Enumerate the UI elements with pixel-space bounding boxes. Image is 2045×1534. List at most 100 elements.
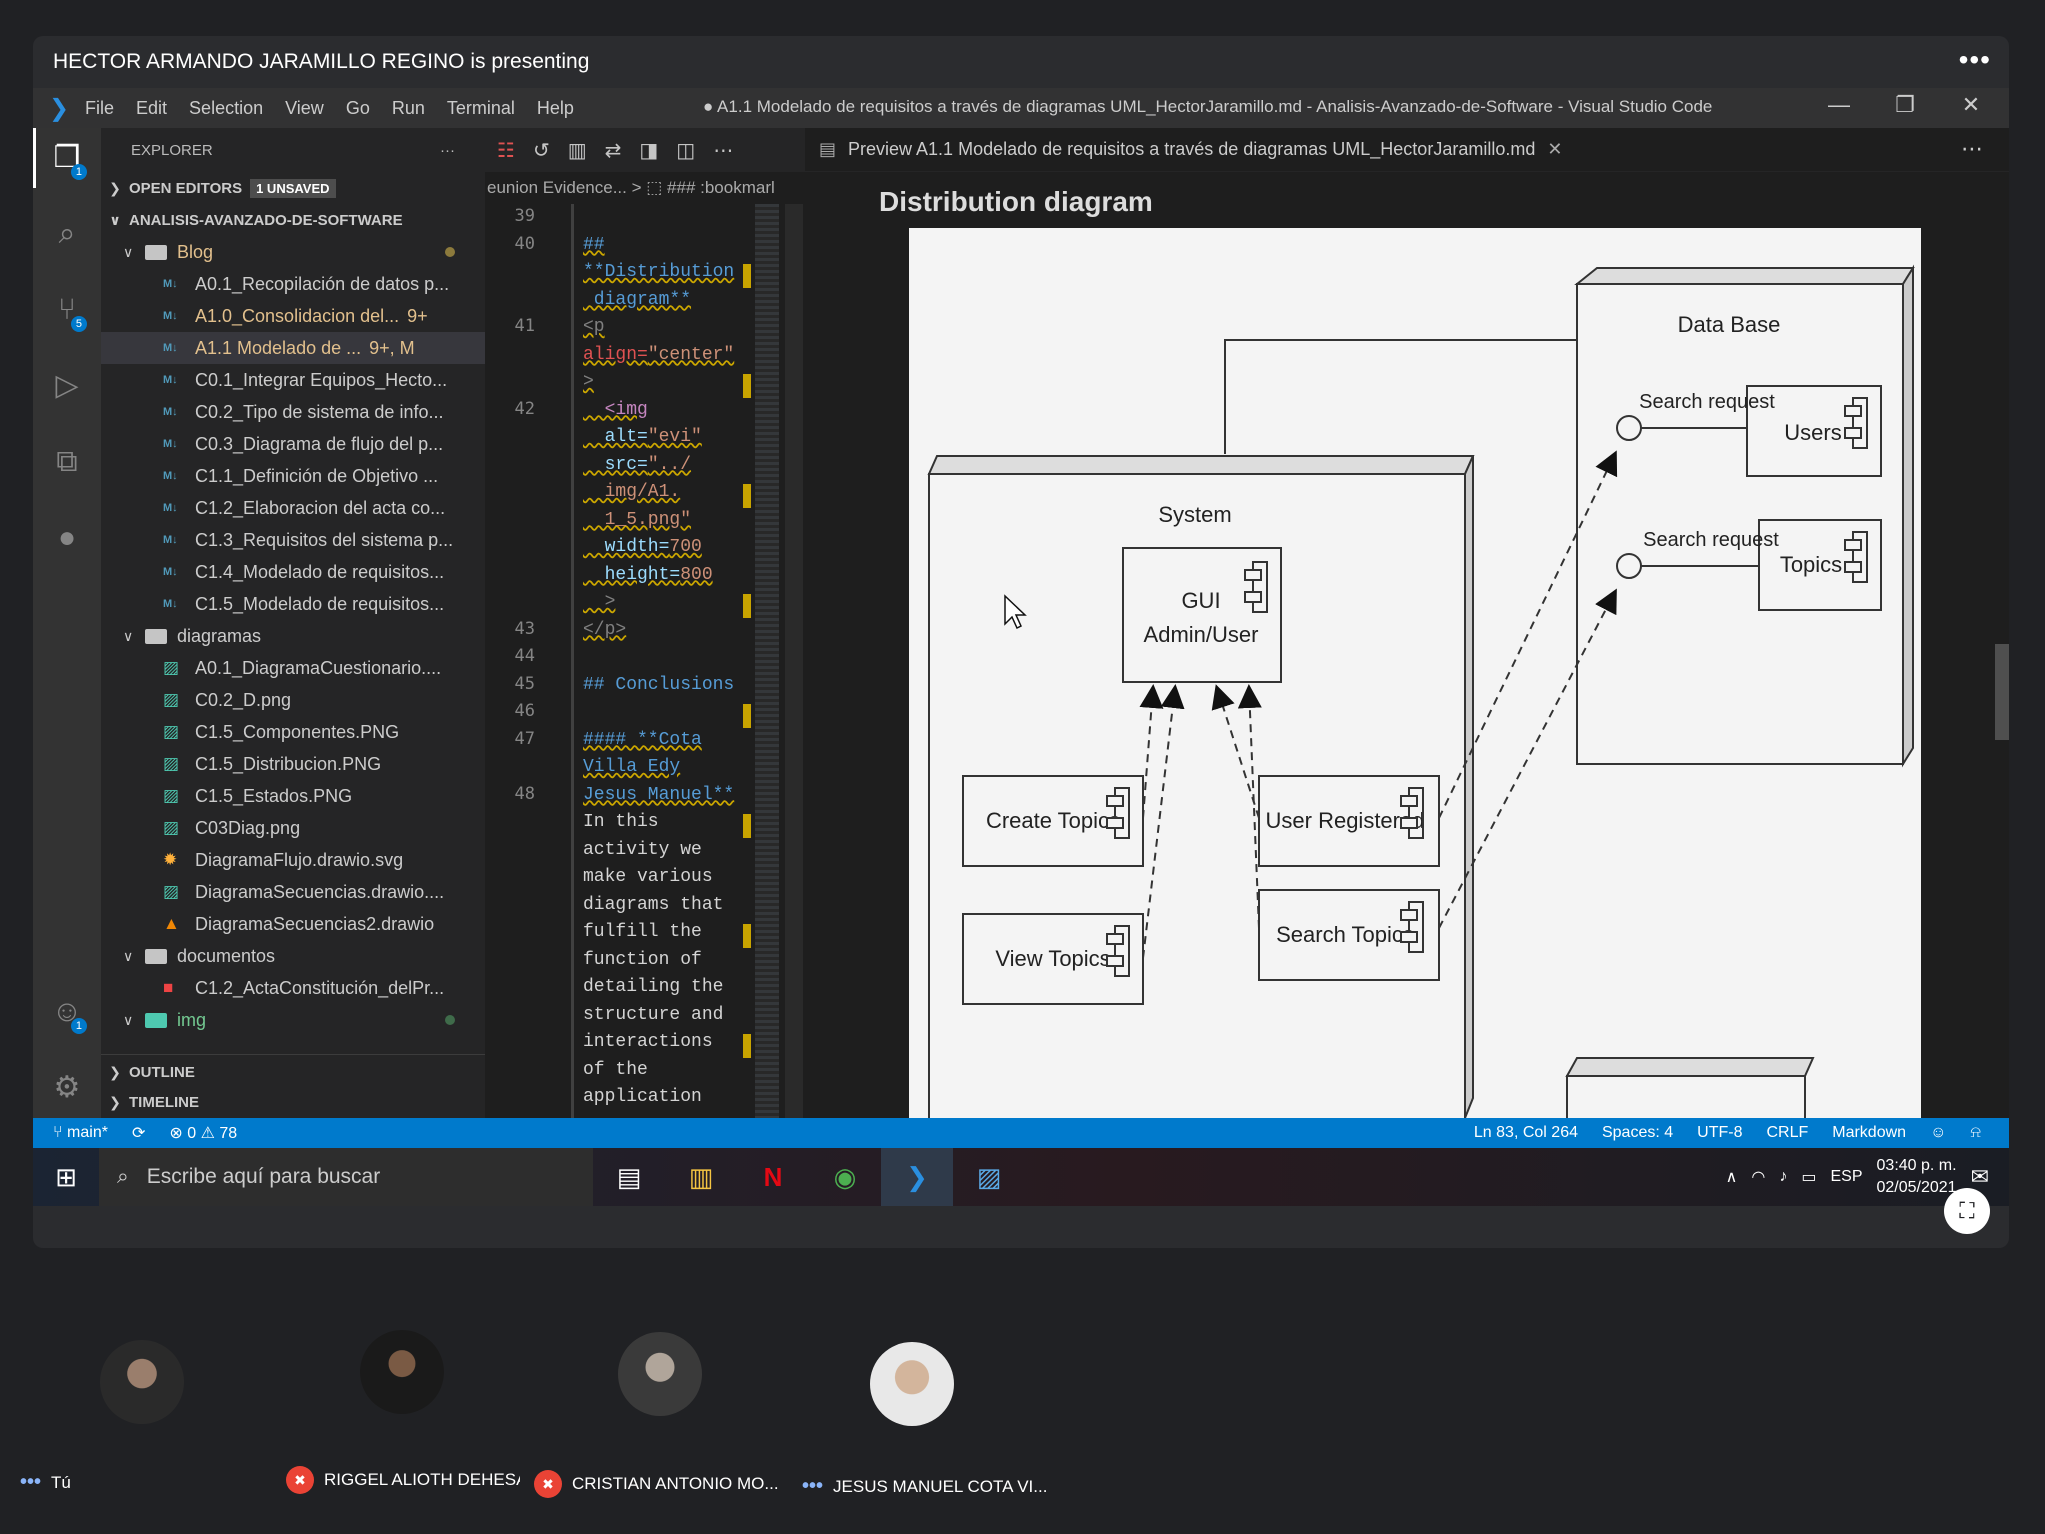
menu-file[interactable]: File bbox=[85, 98, 114, 119]
close-icon[interactable]: ✕ bbox=[1941, 92, 2001, 118]
participant-tile[interactable]: ✖ CRISTIAN ANTONIO MO... bbox=[520, 1270, 790, 1534]
photos-icon[interactable]: ▨ bbox=[953, 1148, 1025, 1206]
show-hidden-icons-icon[interactable]: ∧ bbox=[1726, 1167, 1738, 1187]
accounts-icon[interactable]: ☺ 1 bbox=[45, 990, 89, 1034]
git-branch[interactable]: ⑂ main* bbox=[53, 1124, 108, 1142]
file-item[interactable]: M↓ C1.1_Definición de Objetivo ... bbox=[101, 460, 485, 492]
menu-selection[interactable]: Selection bbox=[189, 98, 263, 119]
file-item[interactable]: ▨ C1.5_Distribucion.PNG bbox=[101, 748, 485, 780]
open-preview-icon[interactable]: ▥ bbox=[568, 138, 587, 163]
problems-indicator[interactable]: ⊗ 0 ⚠ 78 bbox=[169, 1123, 237, 1143]
menu-help[interactable]: Help bbox=[537, 98, 574, 119]
file-item[interactable]: ▨ A0.1_DiagramaCuestionario.... bbox=[101, 652, 485, 684]
file-item[interactable]: ▨ C03Diag.png bbox=[101, 812, 485, 844]
taskbar-search[interactable]: ⌕ Escribe aquí para buscar bbox=[99, 1148, 593, 1206]
menu-view[interactable]: View bbox=[285, 98, 324, 119]
line-ending[interactable]: CRLF bbox=[1766, 1124, 1808, 1142]
explorer-more-icon[interactable]: ··· bbox=[440, 142, 455, 159]
file-item[interactable]: ▨ DiagramaSecuencias.drawio.... bbox=[101, 876, 485, 908]
folder-documentos[interactable]: ∨ documentos bbox=[101, 940, 485, 972]
participant-tile[interactable]: ✖ RIGGEL ALIOTH DEHESA ... bbox=[270, 1270, 545, 1534]
file-item[interactable]: ▨ C0.2_D.png bbox=[101, 684, 485, 716]
editor-toolbar: ☷ ↺ ▥ ⇄ ◨ ◫ ⋯ bbox=[485, 128, 805, 172]
file-item[interactable]: ▨ C1.5_Estados.PNG bbox=[101, 780, 485, 812]
folder-img[interactable]: ∨ img bbox=[101, 1004, 485, 1036]
github-icon[interactable]: ● bbox=[45, 516, 89, 560]
sync-icon[interactable]: ⟳ bbox=[132, 1123, 145, 1143]
code-editor[interactable]: ☷ ↺ ▥ ⇄ ◨ ◫ ⋯ eunion Evidence... > ⬚ ###… bbox=[485, 128, 805, 1118]
diff-icon[interactable]: ☷ bbox=[497, 138, 515, 163]
file-item[interactable]: ■ C1.2_ActaConstitución_delPr... bbox=[101, 972, 485, 1004]
file-item[interactable]: M↓ C1.2_Elaboracion del acta co... bbox=[101, 492, 485, 524]
file-item[interactable]: M↓ A0.1_Recopilación de datos p... bbox=[101, 268, 485, 300]
open-editors-section[interactable]: ❯ OPEN EDITORS 1 UNSAVED bbox=[101, 172, 485, 204]
file-item[interactable]: ▨ C1.5_Componentes.PNG bbox=[101, 716, 485, 748]
explorer-icon[interactable]: ❐ 1 bbox=[45, 136, 89, 180]
menu-go[interactable]: Go bbox=[346, 98, 370, 119]
chrome-icon[interactable]: ◉ bbox=[809, 1148, 881, 1206]
windows-start-icon[interactable]: ⊞ bbox=[33, 1162, 99, 1193]
extensions-icon[interactable]: ⧉ bbox=[45, 440, 89, 484]
search-icon[interactable]: ⌕ bbox=[45, 212, 89, 256]
indentation[interactable]: Spaces: 4 bbox=[1602, 1124, 1673, 1142]
file-label: C0.2_D.png bbox=[195, 689, 292, 710]
preview-more-icon[interactable]: ⋯ bbox=[1961, 136, 1983, 162]
tab-close-icon[interactable]: ✕ bbox=[1547, 139, 1562, 160]
workspace-root[interactable]: ∨ ANALISIS-AVANZADO-DE-SOFTWARE bbox=[101, 204, 485, 236]
file-item[interactable]: ✹ DiagramaFlujo.drawio.svg bbox=[101, 844, 485, 876]
minimize-icon[interactable]: — bbox=[1809, 92, 1869, 118]
settings-gear-icon[interactable]: ⚙ bbox=[45, 1066, 89, 1110]
breadcrumb[interactable]: eunion Evidence... > ⬚ ### :bookmarl bbox=[485, 172, 805, 204]
feedback-icon[interactable]: ☺ bbox=[1930, 1124, 1946, 1142]
minimap[interactable] bbox=[755, 204, 779, 1118]
run-debug-icon[interactable]: ▷ bbox=[45, 364, 89, 408]
file-item[interactable]: M↓ C1.4_Modelado de requisitos... bbox=[101, 556, 485, 588]
restore-icon[interactable]: ❐ bbox=[1875, 92, 1935, 118]
folder-diagramas[interactable]: ∨ diagramas bbox=[101, 620, 485, 652]
code-area[interactable]: 39 40 41 42 43 44 45 46 47 48 ## **Distr… bbox=[485, 204, 805, 1118]
file-item[interactable]: M↓ C1.3_Requisitos del sistema p... bbox=[101, 524, 485, 556]
participant-tile[interactable]: ••• Tú bbox=[0, 1270, 250, 1534]
file-item[interactable]: M↓ C0.3_Diagrama de flujo del p... bbox=[101, 428, 485, 460]
preview-scrollbar-thumb[interactable] bbox=[1995, 644, 2009, 740]
menu-edit[interactable]: Edit bbox=[136, 98, 167, 119]
file-item[interactable]: M↓ A1.1 Modelado de ... 9+, M bbox=[101, 332, 485, 364]
fullscreen-icon[interactable]: ⛶ bbox=[1944, 1188, 1990, 1234]
history-icon[interactable]: ↺ bbox=[533, 138, 550, 163]
file-item[interactable]: M↓ C0.1_Integrar Equipos_Hecto... bbox=[101, 364, 485, 396]
preview-side-icon[interactable]: ◨ bbox=[639, 138, 658, 163]
battery-icon[interactable]: ▭ bbox=[1801, 1167, 1816, 1187]
more-options-icon[interactable]: ••• bbox=[1959, 44, 1991, 76]
task-view-icon[interactable]: ▤ bbox=[593, 1148, 665, 1206]
input-language[interactable]: ESP bbox=[1830, 1168, 1862, 1186]
participant-tile[interactable]: ••• JESUS MANUEL COTA VI... bbox=[790, 1270, 1047, 1534]
file-item[interactable]: ▲ DiagramaSecuencias2.drawio bbox=[101, 908, 485, 940]
clock[interactable]: 03:40 p. m. 02/05/2021 bbox=[1876, 1155, 1956, 1199]
file-item[interactable]: M↓ A1.0_Consolidacion del... 9+ bbox=[101, 300, 485, 332]
menu-terminal[interactable]: Terminal bbox=[447, 98, 515, 119]
compare-icon[interactable]: ⇄ bbox=[605, 138, 622, 163]
file-explorer-icon[interactable]: ▥ bbox=[665, 1148, 737, 1206]
cursor-position[interactable]: Ln 83, Col 264 bbox=[1474, 1124, 1578, 1142]
file-item[interactable]: M↓ C0.2_Tipo de sistema de info... bbox=[101, 396, 485, 428]
folder-blog[interactable]: ∨ Blog bbox=[101, 236, 485, 268]
vscode-taskbar-icon[interactable]: ❯ bbox=[881, 1148, 953, 1206]
volume-icon[interactable]: ♪ bbox=[1779, 1168, 1787, 1186]
editor-scrollbar[interactable] bbox=[785, 204, 803, 1118]
line-number: 43 bbox=[514, 619, 535, 639]
encoding[interactable]: UTF-8 bbox=[1697, 1124, 1742, 1142]
source-control-icon[interactable]: ⑂ 5 bbox=[45, 288, 89, 332]
preview-tab[interactable]: ▤ Preview A1.1 Modelado de requisitos a … bbox=[805, 128, 2009, 172]
menu-run[interactable]: Run bbox=[392, 98, 425, 119]
file-item[interactable]: M↓ C1.5_Modelado de requisitos... bbox=[101, 588, 485, 620]
action-center-icon[interactable]: ✉ bbox=[1971, 1164, 1989, 1190]
editor-more-icon[interactable]: ⋯ bbox=[713, 138, 733, 163]
language-mode[interactable]: Markdown bbox=[1832, 1124, 1906, 1142]
outline-section[interactable]: ❯ OUTLINE bbox=[101, 1056, 485, 1088]
markdown-file-icon: M↓ bbox=[163, 310, 178, 322]
netflix-icon[interactable]: N bbox=[737, 1148, 809, 1206]
notifications-bell-icon[interactable]: ⍾ bbox=[1970, 1124, 1981, 1142]
timeline-section[interactable]: ❯ TIMELINE bbox=[101, 1086, 485, 1118]
split-editor-icon[interactable]: ◫ bbox=[676, 138, 695, 163]
wifi-icon[interactable]: ◠ bbox=[1751, 1167, 1765, 1187]
